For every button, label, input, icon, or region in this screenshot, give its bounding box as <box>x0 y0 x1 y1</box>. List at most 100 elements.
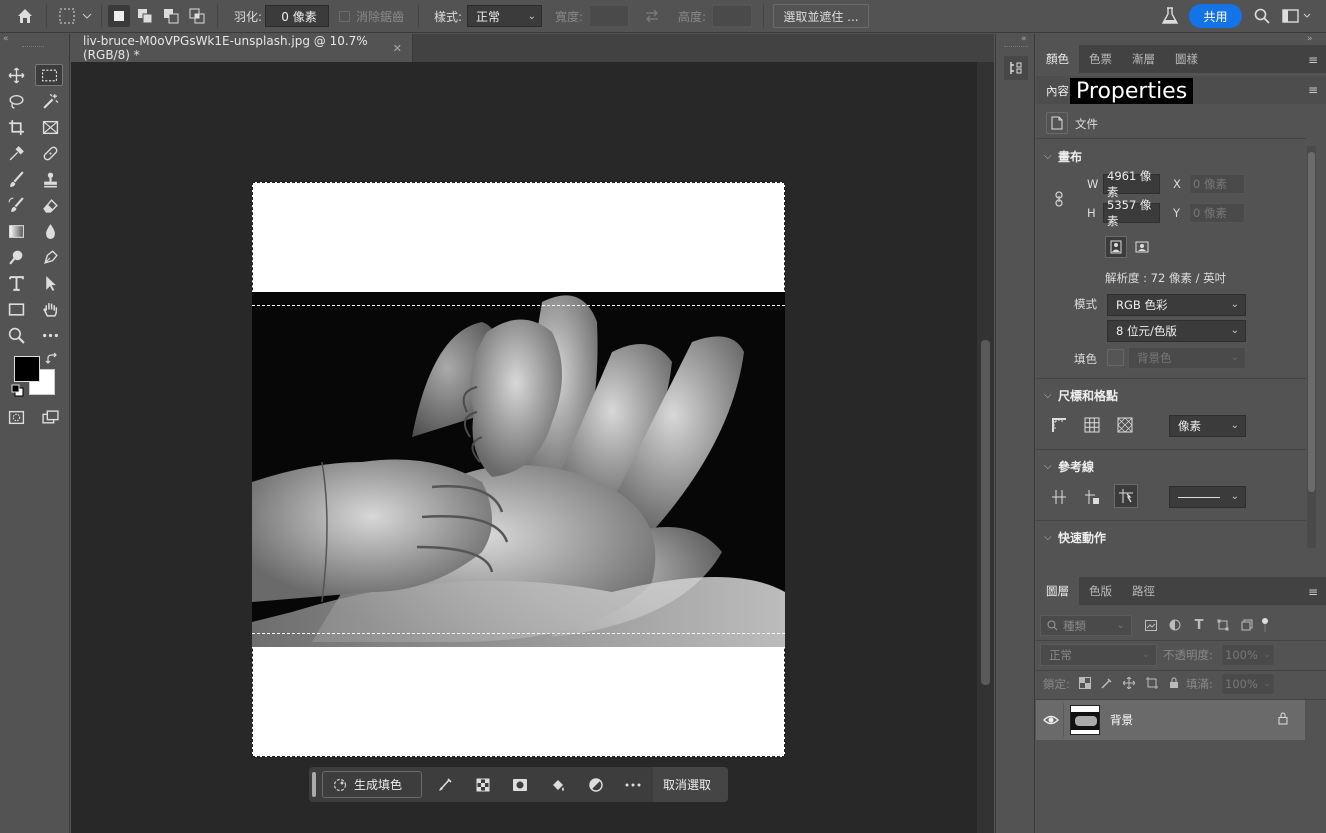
panel-menu-icon[interactable]: ≡ <box>1308 585 1318 599</box>
canvas-x-input[interactable]: 0 像素 <box>1189 174 1245 194</box>
style-select[interactable]: 正常 ⌄ <box>467 5 542 27</box>
more-options-icon[interactable] <box>622 774 644 796</box>
filter-pixel-icon[interactable] <box>1140 614 1162 636</box>
scrollbar-thumb[interactable] <box>981 340 990 685</box>
ruler-icon[interactable] <box>1048 414 1070 436</box>
default-colors-icon[interactable] <box>11 384 25 398</box>
quick-mask-icon[interactable] <box>4 406 28 428</box>
grid-icon[interactable] <box>1081 414 1103 436</box>
marquee-preset-icon[interactable] <box>55 5 95 27</box>
brush-tool-icon[interactable] <box>4 168 28 190</box>
eye-icon[interactable] <box>1043 713 1059 727</box>
collapse-arrows-icon[interactable]: « <box>3 34 9 44</box>
flask-icon[interactable] <box>1158 5 1182 27</box>
tab-paths[interactable]: 路徑 <box>1122 577 1165 605</box>
gradient-tool-icon[interactable] <box>4 220 28 242</box>
swap-colors-icon[interactable] <box>45 352 59 366</box>
rulers-grids-section-header[interactable]: ⌵ 尺標和格點 <box>1044 387 1118 404</box>
properties-scrollbar[interactable] <box>1307 146 1316 548</box>
pen-tool-icon[interactable] <box>38 246 62 268</box>
search-icon[interactable] <box>1251 5 1273 27</box>
tab-layers[interactable]: 圖層 <box>1036 577 1079 605</box>
foreground-color-swatch[interactable] <box>14 356 40 382</box>
healing-brush-tool-icon[interactable] <box>38 142 62 164</box>
swap-icon[interactable] <box>640 5 664 27</box>
document-tab[interactable]: liv-bruce-M0oVPGsWk1E-unsplash.jpg @ 10.… <box>71 34 413 62</box>
guides-section-header[interactable]: ⌵ 參考線 <box>1044 458 1094 475</box>
filter-shape-icon[interactable] <box>1212 614 1234 636</box>
lock-transparent-pixels-icon[interactable] <box>1074 672 1096 694</box>
width-input[interactable] <box>589 5 629 27</box>
fill-color-swatch[interactable] <box>1107 349 1124 366</box>
layer-row[interactable]: 背景 <box>1036 700 1305 740</box>
checker-icon[interactable] <box>472 774 494 796</box>
guide-style-select[interactable]: ⌄ <box>1169 486 1246 508</box>
tab-swatches[interactable]: 色票 <box>1079 45 1122 73</box>
filter-type-icon[interactable]: T <box>1188 614 1210 636</box>
blend-mode-select[interactable]: 正常 ⌄ <box>1040 644 1157 666</box>
portrait-orientation-icon[interactable] <box>1105 236 1127 258</box>
vertical-scrollbar[interactable] <box>977 62 994 833</box>
adjustment-icon[interactable] <box>585 774 607 796</box>
eraser-tool-icon[interactable] <box>38 194 62 216</box>
home-icon[interactable] <box>12 5 38 27</box>
rectangular-marquee-tool-icon[interactable] <box>35 64 63 86</box>
layer-name[interactable]: 背景 <box>1110 712 1133 728</box>
blur-tool-icon[interactable] <box>38 220 62 242</box>
link-icon[interactable] <box>1048 188 1070 210</box>
hand-tool-icon[interactable] <box>38 298 62 320</box>
filter-smart-object-icon[interactable] <box>1236 614 1258 636</box>
modify-selection-icon[interactable] <box>434 774 456 796</box>
move-tool-icon[interactable] <box>4 64 28 86</box>
opacity-input[interactable]: 100% ⌄ <box>1221 644 1275 666</box>
tab-patterns[interactable]: 圖樣 <box>1165 45 1208 73</box>
screen-mode-icon[interactable] <box>38 406 62 428</box>
generative-fill-button[interactable]: 生成填色 <box>322 771 422 798</box>
canvas-width-input[interactable]: 4961 像素 <box>1103 169 1160 199</box>
pixel-grid-icon[interactable] <box>1114 414 1136 436</box>
height-input[interactable] <box>712 5 752 27</box>
fill-opacity-input[interactable]: 100% ⌄ <box>1221 673 1275 695</box>
share-button[interactable]: 共用 <box>1189 4 1242 28</box>
panel-menu-icon[interactable]: ≡ <box>1308 83 1318 97</box>
quick-actions-section-header[interactable]: ⌵ 快速動作 <box>1044 529 1106 546</box>
lock-artboard-icon[interactable] <box>1141 672 1163 694</box>
history-panel-icon[interactable] <box>1004 56 1028 80</box>
filter-adjustment-icon[interactable] <box>1164 614 1186 636</box>
smart-guides-icon[interactable] <box>1114 484 1138 508</box>
type-tool-icon[interactable] <box>4 272 28 294</box>
path-selection-tool-icon[interactable] <box>38 272 62 294</box>
feather-input[interactable]: 0 像素 <box>265 5 329 27</box>
workspace-icon[interactable] <box>1280 5 1314 27</box>
more-tools-icon[interactable] <box>38 324 62 346</box>
subtract-from-selection-icon[interactable] <box>160 5 182 27</box>
guides-icon[interactable] <box>1048 486 1070 508</box>
intersect-selection-icon[interactable] <box>186 5 208 27</box>
add-to-selection-icon[interactable] <box>134 5 156 27</box>
dodge-tool-icon[interactable] <box>4 246 28 268</box>
bit-depth-select[interactable]: 8 位元/色版 ⌄ <box>1107 320 1246 342</box>
collapse-arrows-icon[interactable]: » <box>1307 34 1313 44</box>
zoom-tool-icon[interactable] <box>4 324 28 346</box>
deselect-button[interactable]: 取消選取 <box>653 767 728 802</box>
panel-menu-icon[interactable]: ≡ <box>1308 53 1318 67</box>
frame-tool-icon[interactable] <box>38 116 62 138</box>
tab-gradients[interactable]: 漸層 <box>1122 45 1165 73</box>
canvas-y-input[interactable]: 0 像素 <box>1189 203 1245 223</box>
magic-wand-tool-icon[interactable] <box>38 90 62 112</box>
lock-position-icon[interactable] <box>1118 672 1140 694</box>
rectangle-tool-icon[interactable] <box>4 298 28 320</box>
layer-filter-select[interactable]: 種類 ⌄ <box>1040 615 1132 636</box>
filter-toggle-icon[interactable] <box>1258 614 1272 636</box>
crop-tool-icon[interactable] <box>4 116 28 138</box>
ruler-units-select[interactable]: 像素 ⌄ <box>1169 415 1246 437</box>
fill-select[interactable]: 背景色 ⌄ <box>1128 347 1246 369</box>
clone-stamp-tool-icon[interactable] <box>38 168 62 190</box>
new-selection-icon[interactable] <box>108 5 130 27</box>
lock-all-icon[interactable] <box>1163 672 1185 694</box>
history-brush-tool-icon[interactable] <box>4 194 28 216</box>
tab-properties[interactable]: 內容 <box>1046 83 1069 99</box>
tab-channels[interactable]: 色版 <box>1079 577 1122 605</box>
close-tab-icon[interactable]: ✕ <box>393 42 402 55</box>
scrollbar-thumb[interactable] <box>1308 152 1315 492</box>
